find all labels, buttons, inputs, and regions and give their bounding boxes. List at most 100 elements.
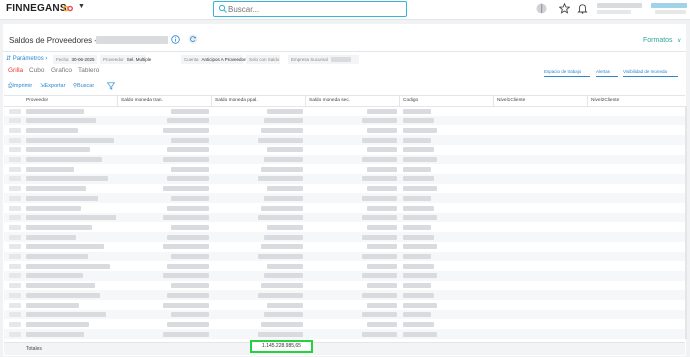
redacted-cell <box>9 302 21 308</box>
table-row[interactable] <box>4 164 685 174</box>
redacted-cell <box>171 108 209 114</box>
search-input[interactable] <box>228 2 398 16</box>
workspace-dropdown[interactable]: Espacio de trabajo <box>544 69 581 74</box>
table-row[interactable] <box>4 193 685 203</box>
table-row[interactable] <box>4 125 685 135</box>
table-row[interactable] <box>4 184 685 194</box>
table-row[interactable] <box>4 203 685 213</box>
tab-grilla[interactable]: Grilla <box>8 67 23 74</box>
chevron-down-icon[interactable]: ∨ <box>677 37 681 44</box>
brand-name[interactable]: FINNEGANS <box>6 3 67 14</box>
redacted-cell <box>258 215 303 221</box>
bell-icon[interactable] <box>577 3 588 14</box>
table-row[interactable] <box>4 242 685 252</box>
table-row[interactable] <box>4 145 685 155</box>
tab-tablero[interactable]: Tablero <box>78 67 99 74</box>
table-row[interactable] <box>4 106 685 116</box>
vertical-scrollbar[interactable] <box>685 106 687 339</box>
grid-toolbar: ⎙Imprimir ⇲Exportar ⚲Buscar <box>3 80 686 92</box>
table-row[interactable] <box>4 309 685 320</box>
redacted-cell <box>264 273 303 279</box>
search-bar[interactable] <box>213 1 407 17</box>
totals-value-highlighted: 1.145.228.985,65 <box>250 340 313 353</box>
table-row[interactable] <box>4 300 685 310</box>
export-button[interactable]: ⇲Exportar <box>40 83 65 89</box>
table-row[interactable] <box>4 154 685 165</box>
redacted-cell <box>26 127 78 133</box>
redacted-cell <box>9 331 21 337</box>
alerts-dropdown[interactable]: Alertas <box>596 69 610 74</box>
column-header-codigo[interactable]: Codigo <box>399 96 493 106</box>
table-row[interactable] <box>4 270 685 281</box>
redacted-cell <box>9 254 21 259</box>
table-row[interactable] <box>4 329 685 339</box>
tab-cubo[interactable]: Cubo <box>29 67 45 74</box>
filter-icon[interactable] <box>107 82 115 90</box>
star-icon[interactable] <box>559 3 570 14</box>
redacted-cell <box>171 283 209 289</box>
filter-chip-proveedor[interactable]: Proveedor Sel. Multiple <box>100 55 151 64</box>
table-row[interactable] <box>4 212 685 223</box>
filter-chip-solo-con-saldo[interactable]: Solo con Saldo <box>246 55 280 64</box>
table-row[interactable] <box>4 290 685 300</box>
redacted-cell <box>362 157 397 162</box>
table-row[interactable] <box>4 135 685 145</box>
column-header-saldo-sec[interactable]: Saldo moneda sec. <box>305 96 399 106</box>
column-header-proveedor[interactable]: Proveedor <box>23 96 117 106</box>
redacted-cell <box>26 331 84 337</box>
column-header-nivel2[interactable]: Nivel2Cliente <box>587 96 685 106</box>
formats-dropdown[interactable]: Formatos <box>643 37 673 44</box>
redacted-cell <box>267 147 303 153</box>
column-header-nivel1[interactable]: Nivel1Cliente <box>493 96 587 106</box>
tab-grafico[interactable]: Grafico <box>51 67 72 74</box>
redacted-cell <box>163 331 209 337</box>
user-avatar-icon[interactable] <box>536 3 547 14</box>
table-row[interactable] <box>4 251 685 262</box>
redacted-cell <box>403 186 437 192</box>
redacted-cell <box>26 283 95 289</box>
redacted-cell <box>9 118 21 124</box>
table-row[interactable] <box>4 115 685 126</box>
redacted-cell <box>26 224 92 230</box>
table-row[interactable] <box>4 319 685 329</box>
print-button[interactable]: ⎙Imprimir <box>8 83 32 90</box>
currency-visibility-dropdown[interactable]: Visibilidad de moneda <box>623 69 667 74</box>
redacted-cell <box>362 234 397 240</box>
table-row[interactable] <box>4 232 685 242</box>
table-row[interactable] <box>4 261 685 271</box>
column-header-saldo-ppal[interactable]: Saldo moneda ppal. <box>211 96 305 106</box>
refresh-icon[interactable] <box>188 34 198 44</box>
redacted-cell <box>403 331 437 337</box>
redacted-cell <box>171 195 209 201</box>
table-row[interactable] <box>4 281 685 291</box>
redacted-cell <box>26 234 76 240</box>
filter-chip-cuenta[interactable]: Cuenta Anticipos A Proveedores <box>181 55 250 64</box>
redacted-cell <box>167 176 209 182</box>
redacted-cell <box>264 157 303 162</box>
infinity-logo-icon <box>63 5 73 12</box>
redacted-cell <box>9 244 21 250</box>
redacted-cell <box>26 273 83 279</box>
redacted-cell <box>163 273 209 279</box>
redacted-cell <box>9 312 21 318</box>
info-icon[interactable] <box>171 35 180 44</box>
redacted-cell <box>26 292 100 298</box>
filter-chip-empresa-sucursal[interactable]: Empresa Sucursal <box>288 55 359 64</box>
table-row[interactable] <box>4 173 685 184</box>
redacted-cell <box>403 147 434 153</box>
redacted-cell <box>362 292 397 298</box>
redacted-cell <box>167 292 209 298</box>
filter-chip-fecha[interactable]: Fecha 30-06-2025 <box>53 55 97 64</box>
search-button[interactable]: ⚲Buscar <box>73 83 94 89</box>
company-dropdown-icon[interactable]: ▼ <box>78 3 85 10</box>
table-row[interactable] <box>4 222 685 232</box>
redacted-cell <box>26 118 96 124</box>
redacted-cell <box>367 186 397 192</box>
parameters-button[interactable]: ⇵ Parámetros › <box>6 55 47 62</box>
top-bar: FINNEGANS ▼ <box>0 0 690 20</box>
redacted-cell <box>264 234 303 240</box>
redacted-cell <box>367 205 397 211</box>
redacted-cell <box>26 312 106 318</box>
column-header-saldo-tran[interactable]: Saldo moneda tran. <box>117 96 211 106</box>
redacted-cell <box>258 176 303 182</box>
